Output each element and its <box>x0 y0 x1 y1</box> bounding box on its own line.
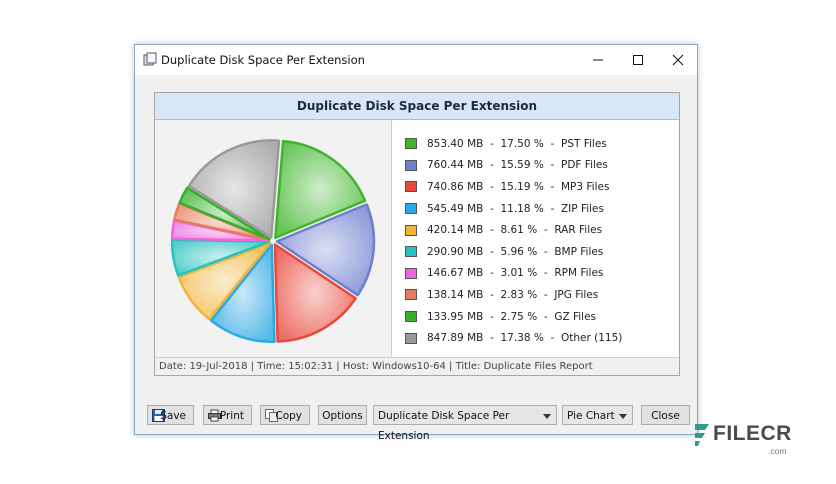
legend-swatch <box>405 138 417 150</box>
legend-item: 146.67 MB - 3.01 % - RPM Files <box>405 263 675 285</box>
chart-legend: 853.40 MB - 17.50 % - PST Files 760.44 MB… <box>405 133 675 349</box>
legend-label: 740.86 MB - 15.19 % - MP3 Files <box>427 180 610 193</box>
legend-item: 847.89 MB - 17.38 % - Other (115) <box>405 327 675 349</box>
title-bar[interactable]: Duplicate Disk Space Per Extension <box>135 45 697 75</box>
legend-swatch <box>405 181 417 193</box>
legend-item: 138.14 MB - 2.83 % - JPG Files <box>405 284 675 306</box>
legend-swatch <box>405 332 417 344</box>
chevron-down-icon <box>619 414 627 419</box>
watermark-brand: FILECR <box>713 422 792 445</box>
copy-button[interactable]: Copy <box>260 405 310 425</box>
chart-panel: Duplicate Disk Space Per Extension 853.4… <box>154 92 680 376</box>
copy-label: Copy <box>275 410 302 422</box>
close-window-button[interactable] <box>658 45 698 75</box>
bottom-toolbar: Save Print Copy Options Duplicate Disk S… <box>145 405 691 442</box>
legend-item: 760.44 MB - 15.59 % - PDF Files <box>405 155 675 177</box>
legend-label: 760.44 MB - 15.59 % - PDF Files <box>427 159 608 172</box>
report-select-value: Duplicate Disk Space Per Extension <box>378 410 510 442</box>
legend-label: 420.14 MB - 8.61 % - RAR Files <box>427 224 603 237</box>
legend-label: 545.49 MB - 11.18 % - ZIP Files <box>427 202 604 215</box>
chart-footer: Date: 19-Jul-2018 | Time: 15:02:31 | Hos… <box>155 357 679 375</box>
maximize-icon <box>633 55 643 65</box>
report-select[interactable]: Duplicate Disk Space Per Extension <box>373 405 557 442</box>
chevron-down-icon <box>543 414 551 419</box>
legend-swatch <box>405 289 417 301</box>
legend-swatch <box>405 267 417 279</box>
legend-item: 420.14 MB - 8.61 % - RAR Files <box>405 219 675 241</box>
filecr-watermark: FILECR .com <box>691 418 801 462</box>
maximize-button[interactable] <box>618 45 658 75</box>
app-icon <box>143 52 157 66</box>
legend-swatch <box>405 159 417 171</box>
legend-label: 133.95 MB - 2.75 % - GZ Files <box>427 310 597 323</box>
legend-label: 290.90 MB - 5.96 % - BMP Files <box>427 245 604 258</box>
watermark-suffix: .com <box>768 446 787 456</box>
legend-item: 740.86 MB - 15.19 % - MP3 Files <box>405 176 675 198</box>
legend-label: 847.89 MB - 17.38 % - Other (115) <box>427 332 623 345</box>
chart-type-select[interactable]: Pie Chart <box>562 405 633 425</box>
save-button[interactable]: Save <box>147 405 194 425</box>
minimize-icon <box>593 59 603 61</box>
filecr-logo-icon <box>695 424 709 446</box>
legend-item: 853.40 MB - 17.50 % - PST Files <box>405 133 675 155</box>
options-button[interactable]: Options <box>318 405 367 425</box>
legend-item: 290.90 MB - 5.96 % - BMP Files <box>405 241 675 263</box>
legend-swatch <box>405 224 417 236</box>
print-label: Print <box>219 410 244 422</box>
close-button[interactable]: Close <box>641 405 690 425</box>
chart-title: Duplicate Disk Space Per Extension <box>155 93 679 120</box>
pie-chart <box>170 139 376 344</box>
legend-swatch <box>405 311 417 323</box>
legend-item: 545.49 MB - 11.18 % - ZIP Files <box>405 198 675 220</box>
save-label: Save <box>160 410 186 422</box>
legend-swatch <box>405 203 417 215</box>
chart-type-value: Pie Chart <box>567 410 615 422</box>
window-title: Duplicate Disk Space Per Extension <box>161 53 365 67</box>
legend-item: 133.95 MB - 2.75 % - GZ Files <box>405 306 675 328</box>
app-window: Duplicate Disk Space Per Extension Dupli… <box>134 44 698 442</box>
close-icon <box>672 54 684 66</box>
print-button[interactable]: Print <box>203 405 252 425</box>
pie-area <box>155 120 392 360</box>
legend-label: 138.14 MB - 2.83 % - JPG Files <box>427 288 599 301</box>
legend-swatch <box>405 246 417 258</box>
legend-label: 853.40 MB - 17.50 % - PST Files <box>427 137 607 150</box>
minimize-button[interactable] <box>578 45 618 75</box>
legend-label: 146.67 MB - 3.01 % - RPM Files <box>427 267 604 280</box>
